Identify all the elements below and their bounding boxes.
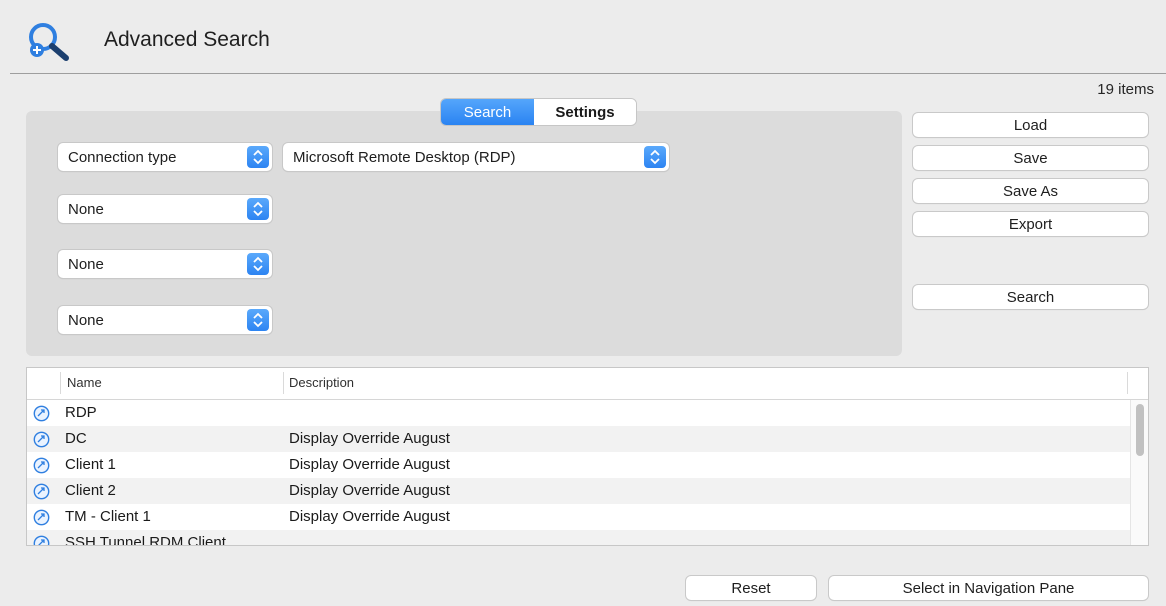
scrollbar-thumb[interactable] [1136, 404, 1144, 456]
tab-search[interactable]: Search [441, 99, 534, 125]
row-name: SSH Tunnel RDM Client [65, 534, 226, 546]
criteria-value-select-1[interactable]: Microsoft Remote Desktop (RDP) [283, 143, 669, 171]
row-description: Display Override August [289, 430, 450, 447]
criteria-field-select-4[interactable]: None [58, 306, 272, 334]
results-table: Name Description RDP DC Display Override… [26, 367, 1149, 546]
tab-settings[interactable]: Settings [534, 99, 636, 125]
chevron-updown-icon [247, 198, 269, 220]
criteria-value-select-1-value: Microsoft Remote Desktop (RDP) [293, 148, 516, 166]
load-button[interactable]: Load [913, 113, 1148, 137]
chevron-updown-icon [247, 253, 269, 275]
table-row[interactable]: SSH Tunnel RDM Client [27, 530, 1131, 546]
rdp-connection-icon [33, 509, 50, 526]
table-row[interactable]: Client 1 Display Override August [27, 452, 1131, 478]
column-separator [60, 372, 61, 394]
rdp-connection-icon [33, 405, 50, 422]
row-name: RDP [65, 404, 97, 421]
rdp-connection-icon [33, 431, 50, 448]
search-add-icon [29, 23, 69, 61]
row-description: Display Override August [289, 456, 450, 473]
row-name: TM - Client 1 [65, 508, 151, 525]
rdp-connection-icon [33, 483, 50, 500]
column-separator [1127, 372, 1128, 394]
chevron-updown-icon [247, 309, 269, 331]
row-name: Client 1 [65, 456, 116, 473]
row-description: Display Override August [289, 508, 450, 525]
tab-segmented-control: Search Settings [441, 99, 636, 125]
criteria-field-select-2-value: None [68, 200, 104, 218]
criteria-field-select-1-value: Connection type [68, 148, 177, 166]
criteria-field-select-4-value: None [68, 311, 104, 329]
criteria-field-select-3-value: None [68, 255, 104, 273]
chevron-updown-icon [247, 146, 269, 168]
save-as-button[interactable]: Save As [913, 179, 1148, 203]
criteria-field-select-3[interactable]: None [58, 250, 272, 278]
row-name: Client 2 [65, 482, 116, 499]
search-button[interactable]: Search [913, 285, 1148, 309]
chevron-updown-icon [644, 146, 666, 168]
rdp-connection-icon [33, 535, 50, 545]
table-header: Name Description [27, 368, 1148, 400]
rdp-connection-icon [33, 457, 50, 474]
table-row[interactable]: Client 2 Display Override August [27, 478, 1131, 504]
table-row[interactable]: RDP [27, 400, 1131, 426]
item-count: 19 items [1097, 81, 1154, 98]
table-row[interactable]: TM - Client 1 Display Override August [27, 504, 1131, 530]
column-header-name[interactable]: Name [67, 375, 102, 390]
select-in-navigation-pane-button[interactable]: Select in Navigation Pane [829, 576, 1148, 600]
reset-button[interactable]: Reset [686, 576, 816, 600]
criteria-field-select-2[interactable]: None [58, 195, 272, 223]
row-description: Display Override August [289, 482, 450, 499]
export-button[interactable]: Export [913, 212, 1148, 236]
table-row[interactable]: DC Display Override August [27, 426, 1131, 452]
header: Advanced Search [0, 0, 1166, 74]
row-name: DC [65, 430, 87, 447]
header-divider [10, 73, 1166, 74]
criteria-field-select-1[interactable]: Connection type [58, 143, 272, 171]
column-separator [283, 372, 284, 394]
page-title: Advanced Search [104, 28, 270, 51]
column-header-description[interactable]: Description [289, 375, 354, 390]
save-button[interactable]: Save [913, 146, 1148, 170]
